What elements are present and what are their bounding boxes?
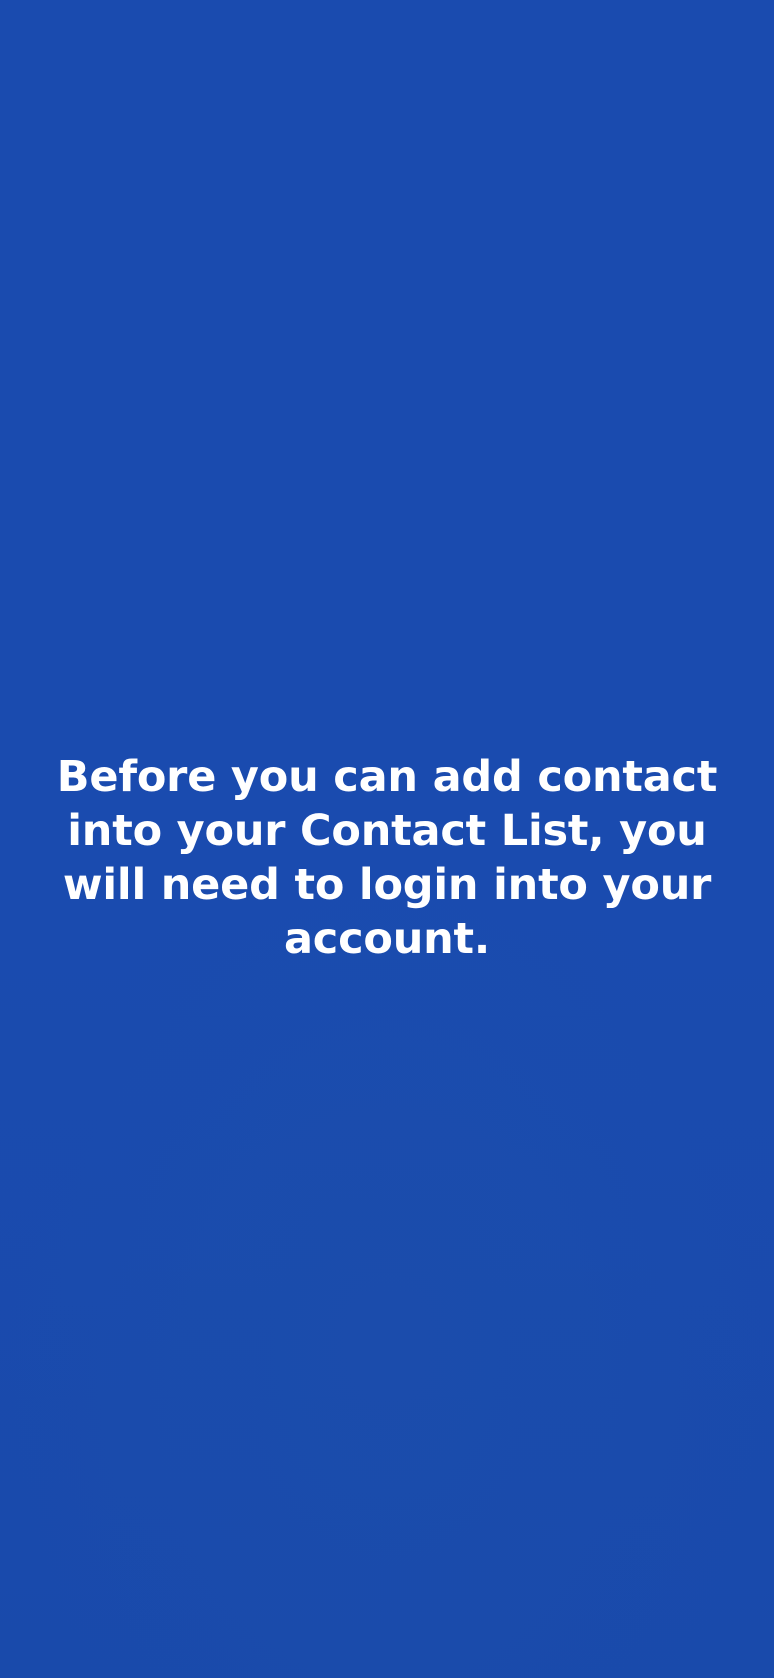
login-required-screen: Before you can add contact into your Con… [0, 0, 774, 1678]
login-required-message: Before you can add contact into your Con… [56, 752, 718, 964]
message-container: Before you can add contact into your Con… [30, 750, 744, 966]
